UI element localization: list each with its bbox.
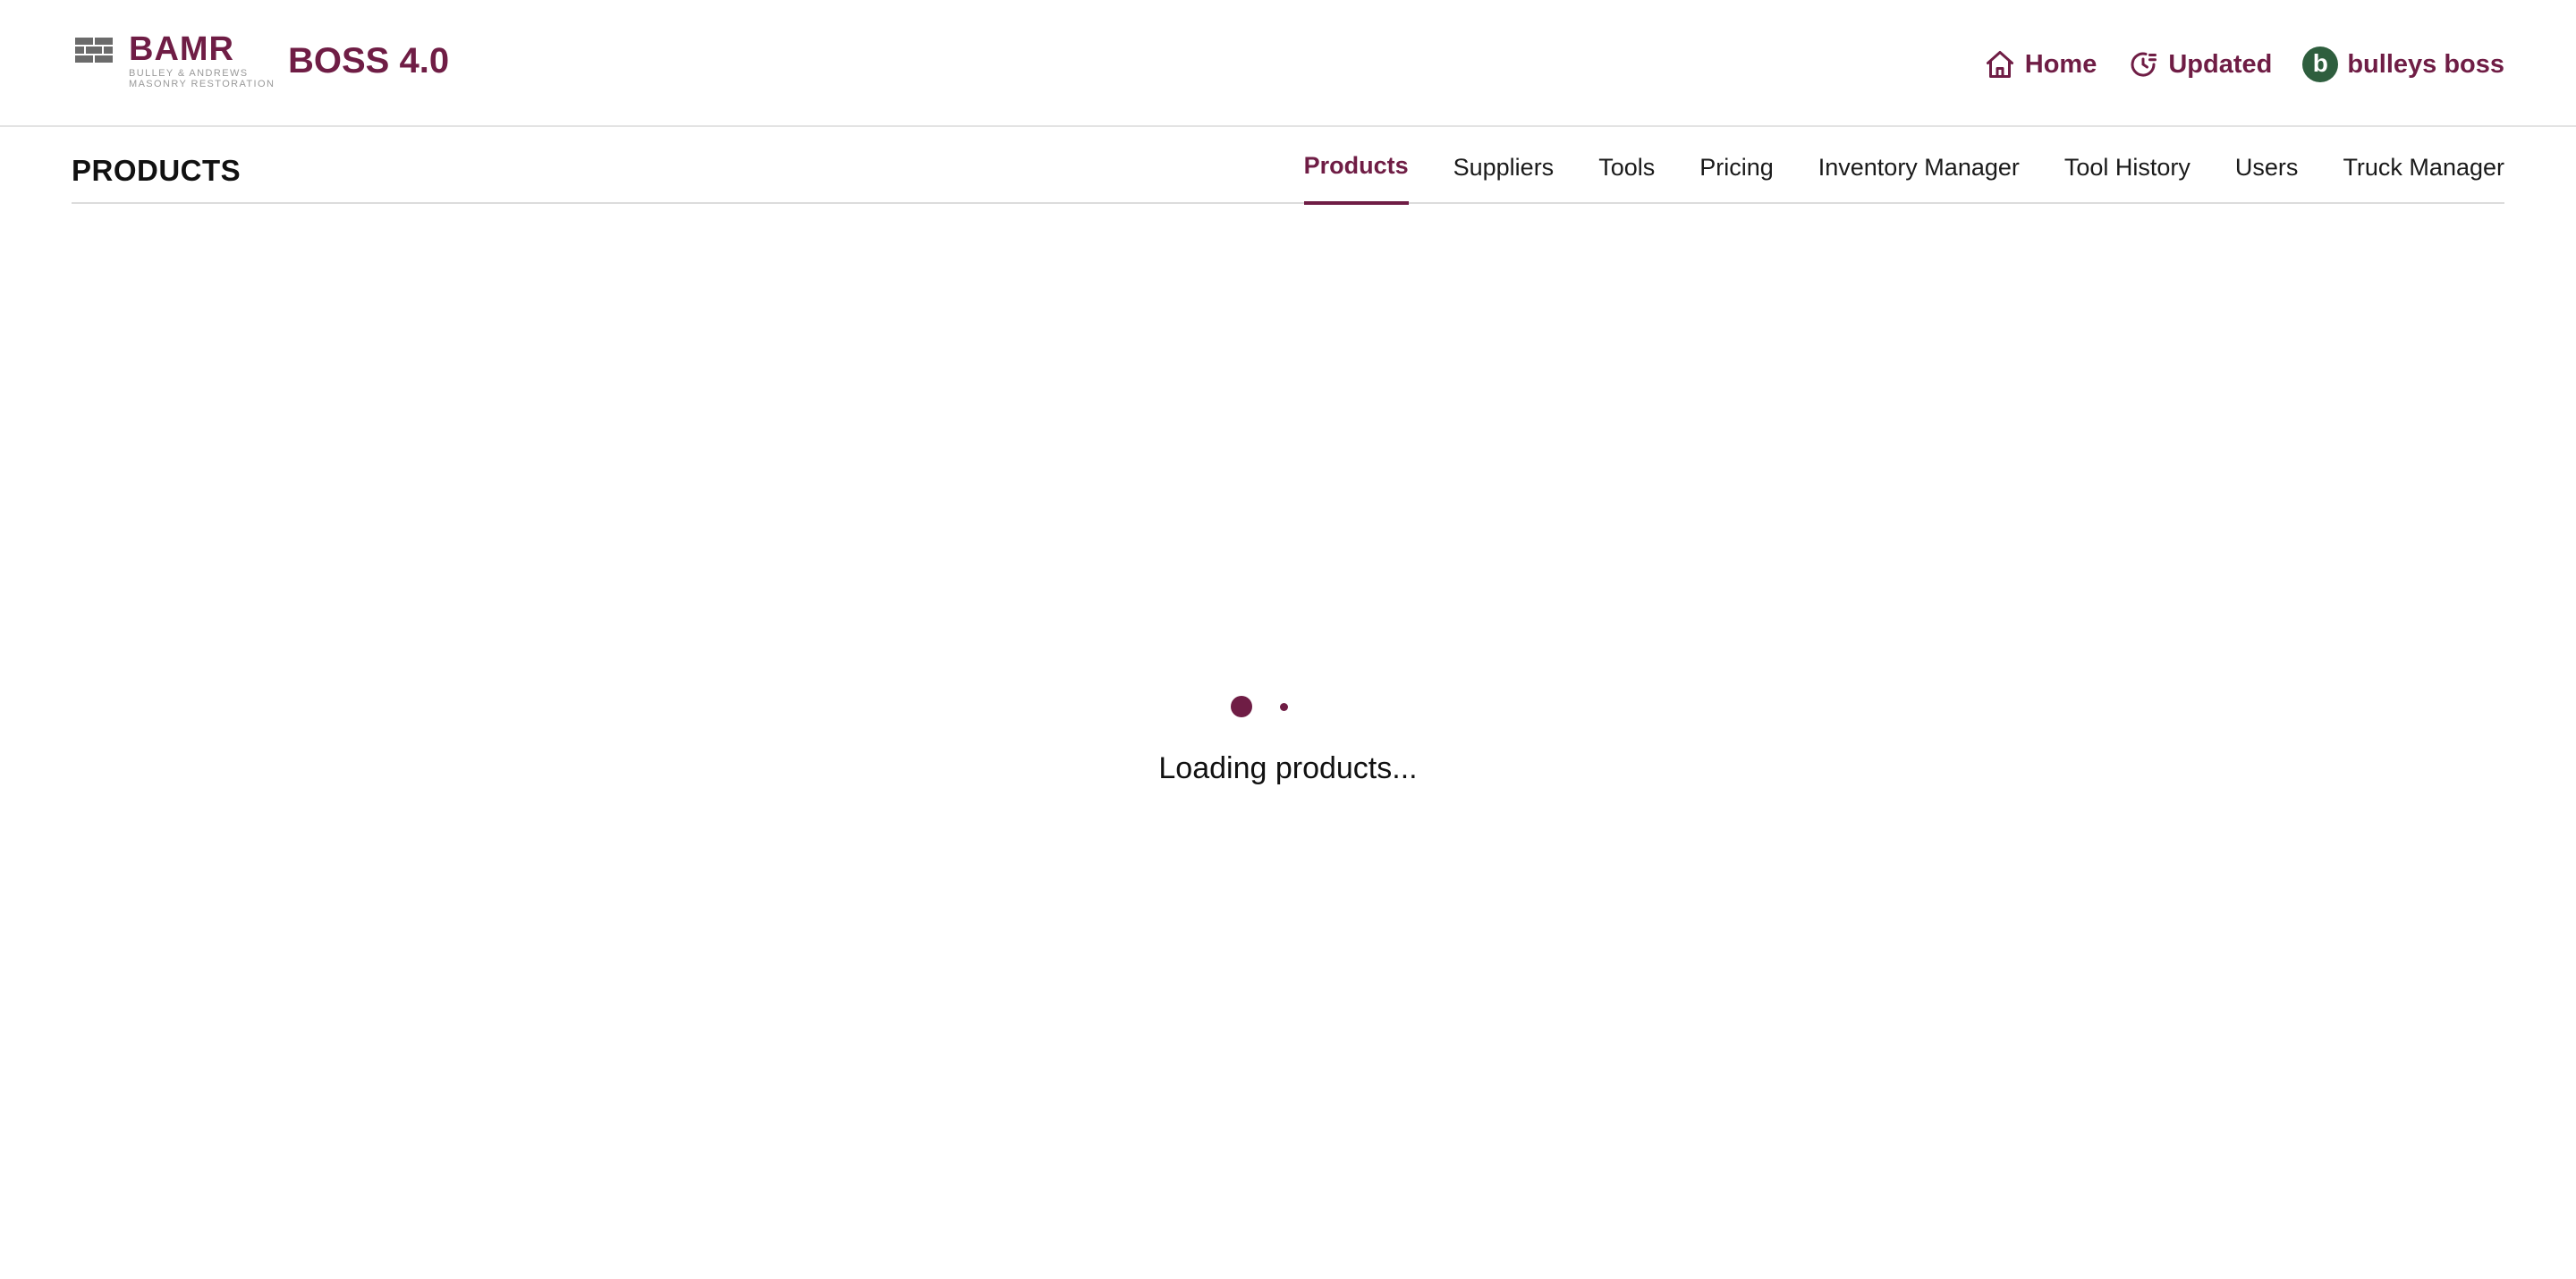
loading-indicator: Loading products... [0, 689, 2576, 796]
home-label: Home [2024, 49, 2097, 79]
spinner-dot-large [1231, 696, 1252, 717]
logo-wordmark: BAMR [129, 30, 234, 68]
tab-users[interactable]: Users [2235, 127, 2299, 204]
user-menu[interactable]: b bulleys boss [2302, 47, 2504, 82]
bamr-logo[interactable]: BAMR BULLEY & ANDREWS MASONRY RESTORATIO… [75, 30, 274, 91]
home-icon [1986, 51, 2013, 78]
tab-tools[interactable]: Tools [1598, 127, 1655, 204]
tab-truck-manager[interactable]: Truck Manager [2343, 127, 2504, 204]
logo-tagline-line1: BULLEY & ANDREWS [129, 68, 249, 79]
logo-tagline-line2: MASONRY RESTORATION [129, 79, 275, 89]
top-header: BAMR BULLEY & ANDREWS MASONRY RESTORATIO… [0, 0, 2576, 127]
home-link[interactable]: Home [1984, 48, 2097, 80]
page-title: PRODUCTS [72, 154, 242, 187]
loading-text: Loading products... [1158, 751, 1418, 785]
loading-spinner [1231, 696, 1293, 717]
history-clock-icon [2131, 52, 2157, 77]
user-name: bulleys boss [2347, 49, 2504, 79]
updated-label: Updated [2168, 49, 2273, 79]
tab-tool-history[interactable]: Tool History [2064, 127, 2190, 204]
brick-logo-icon [75, 38, 113, 63]
app-root: BAMR BULLEY & ANDREWS MASONRY RESTORATIO… [0, 0, 2576, 1279]
header-actions: Home Updated b bulleys boss [1953, 45, 2504, 84]
updated-link[interactable]: Updated [2127, 48, 2272, 80]
spinner-dot-small [1280, 703, 1288, 711]
tab-inventory-manager[interactable]: Inventory Manager [1818, 127, 2020, 204]
section-tabs: Products Suppliers Tools Pricing Invento… [1303, 127, 2504, 205]
app-title: BOSS 4.0 [288, 41, 450, 80]
tab-products[interactable]: Products [1303, 127, 1409, 205]
tab-pricing[interactable]: Pricing [1699, 127, 1774, 204]
avatar: b [2302, 47, 2339, 82]
tab-suppliers[interactable]: Suppliers [1453, 127, 1555, 204]
section-header: PRODUCTS Products Suppliers Tools Pricin… [72, 127, 2504, 205]
logo-tagline: BULLEY & ANDREWS MASONRY RESTORATION [129, 68, 275, 89]
